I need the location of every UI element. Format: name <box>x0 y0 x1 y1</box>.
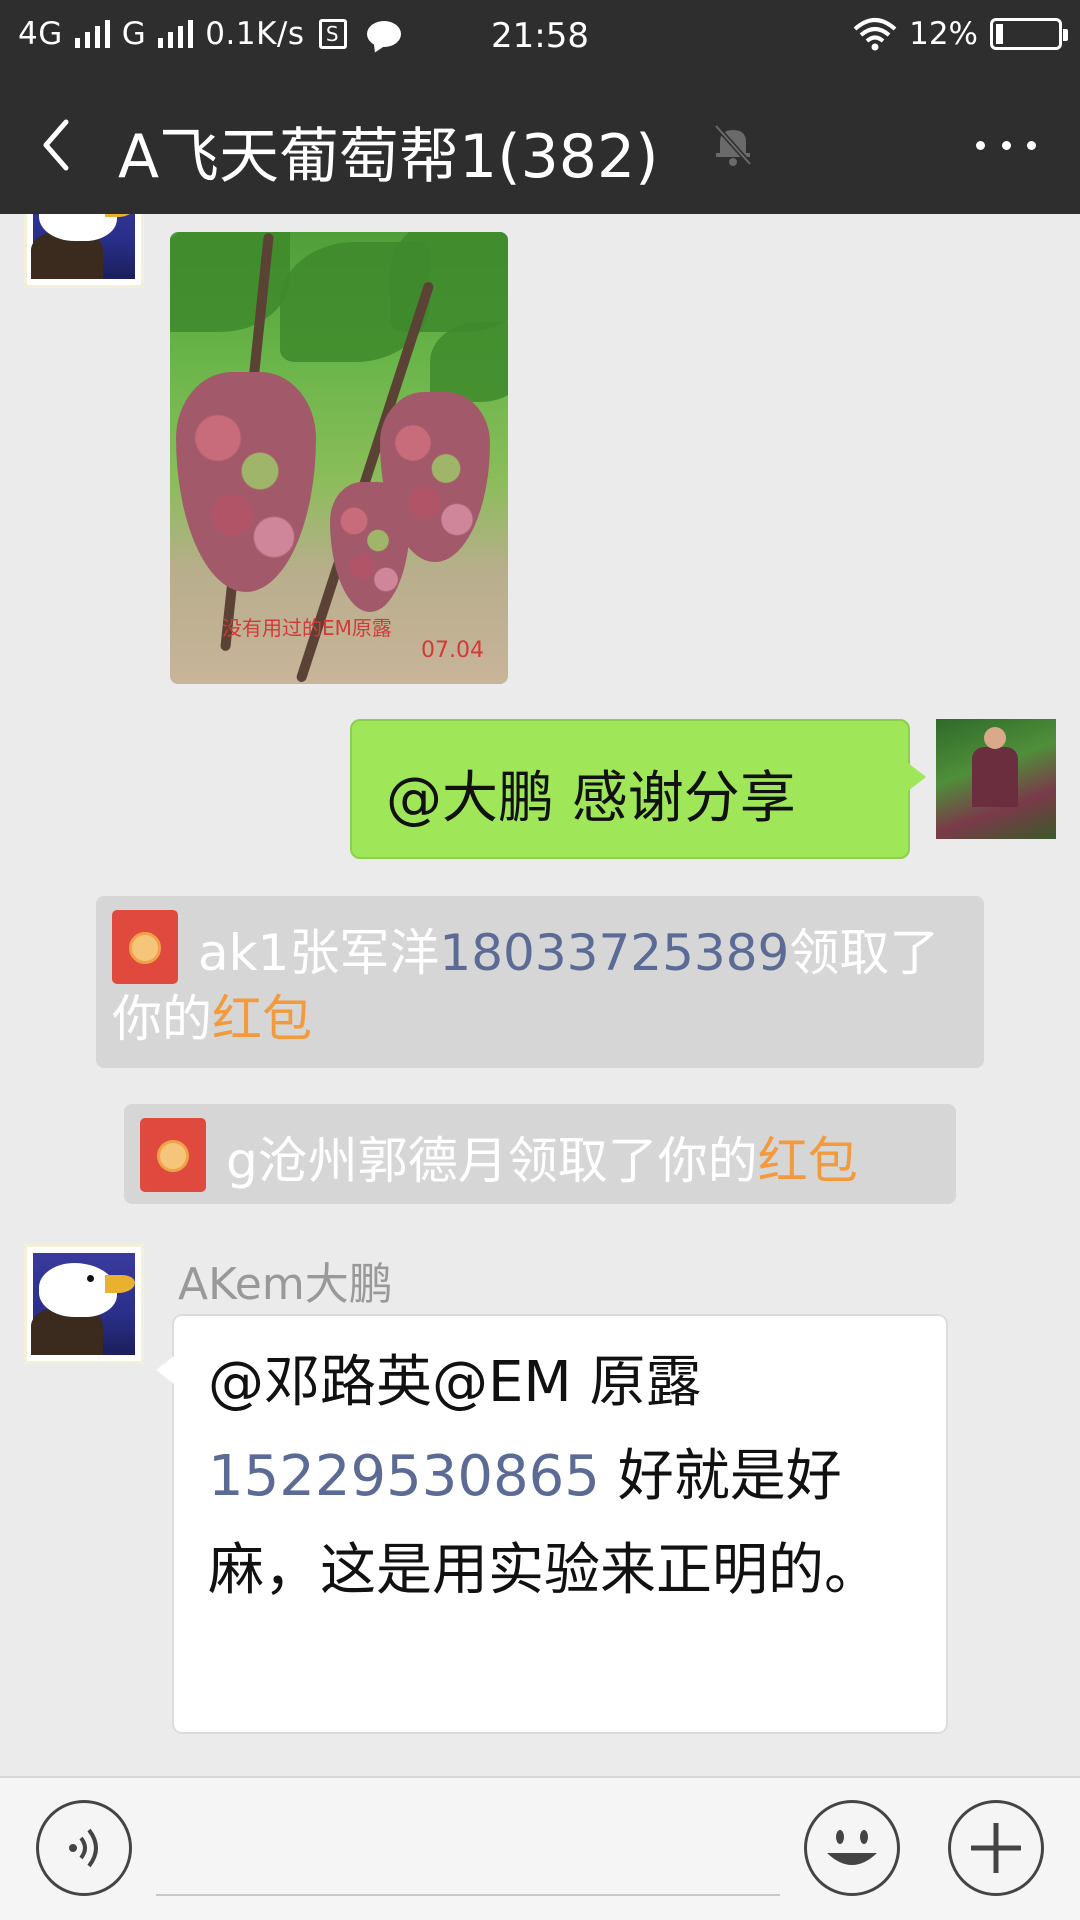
red-packet-notice: ak1张军洋18033725389领取了你的红包 <box>96 896 984 1068</box>
wifi-icon <box>853 18 897 51</box>
photo-caption: 没有用过的EM原露 <box>222 616 392 640</box>
more-dots-icon[interactable] <box>976 132 1036 158</box>
outgoing-message-bubble[interactable]: @大鹏 感谢分享 <box>350 719 926 859</box>
status-bar: 4G G 0.1K/s S 21:58 12% <box>0 0 1080 76</box>
muted-bell-icon <box>714 124 752 166</box>
message-text: @邓路英@EM 原露 <box>208 1350 702 1415</box>
emoji-icon[interactable] <box>804 1800 900 1896</box>
photo-date: 07.04 <box>421 638 484 663</box>
message-input[interactable] <box>156 1894 780 1896</box>
red-packet-link[interactable]: 红包 <box>212 990 312 1048</box>
red-packet-icon <box>140 1118 206 1192</box>
plus-icon[interactable] <box>948 1800 1044 1896</box>
incoming-message-bubble[interactable]: @邓路英@EM 原露 15229530865 好就是好麻，这是用实验来正明的。 <box>156 1314 948 1734</box>
voice-icon[interactable] <box>36 1800 132 1896</box>
phone-link[interactable]: 15229530865 <box>208 1444 600 1509</box>
battery-percent: 12% <box>909 16 978 52</box>
input-bar <box>0 1776 1080 1920</box>
sender-name: AKem大鹏 <box>178 1259 393 1310</box>
battery-icon <box>990 18 1068 50</box>
image-message[interactable]: 没有用过的EM原露 07.04 <box>170 232 508 684</box>
status-right: 12% <box>853 16 1068 52</box>
sender-avatar[interactable] <box>24 1244 144 1364</box>
avatar[interactable] <box>24 214 144 288</box>
red-packet-icon <box>112 910 178 984</box>
self-avatar[interactable] <box>936 719 1056 839</box>
notice-text: g沧州郭德月领取了你的 <box>226 1132 758 1190</box>
chat-title: A飞天葡萄帮1(382) <box>118 122 659 192</box>
notice-phone-link[interactable]: 18033725389 <box>439 924 789 982</box>
chevron-left-icon[interactable] <box>36 116 80 174</box>
top-bar: 4G G 0.1K/s S 21:58 12% A飞天葡萄帮1(382) <box>0 0 1080 214</box>
chat-area[interactable]: 没有用过的EM原露 07.04 @大鹏 感谢分享 ak1张军洋180337253… <box>0 214 1080 1776</box>
red-packet-notice: g沧州郭德月领取了你的红包 <box>124 1104 956 1204</box>
notice-name: ak1张军洋 <box>198 924 440 982</box>
title-bar: A飞天葡萄帮1(382) <box>0 76 1080 214</box>
red-packet-link[interactable]: 红包 <box>758 1132 858 1190</box>
